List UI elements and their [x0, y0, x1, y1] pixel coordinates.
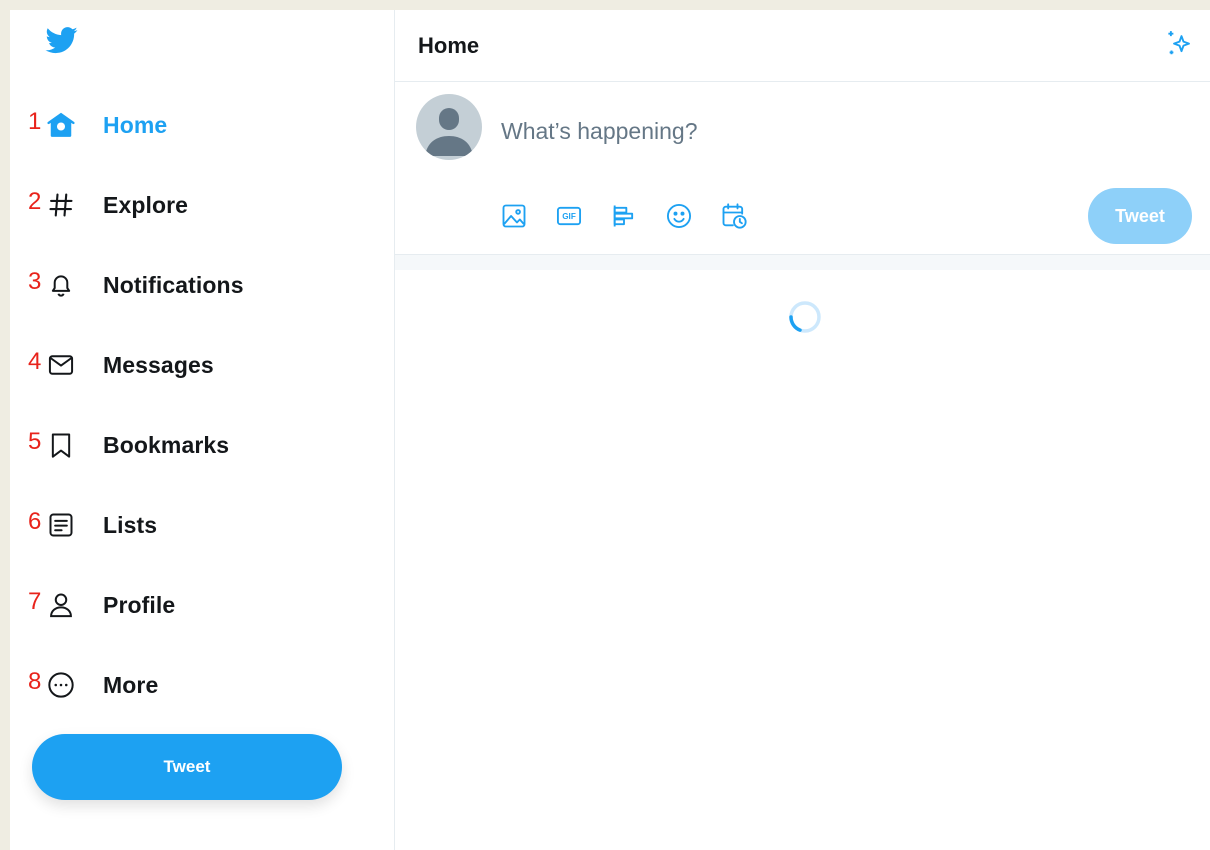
annotation-number: 5	[28, 428, 42, 455]
sidebar-item-profile[interactable]: 7 Profile	[28, 580, 175, 630]
loading-spinner-icon	[789, 301, 821, 333]
sidebar-item-label: Lists	[103, 511, 158, 538]
more-circle-icon	[46, 670, 76, 700]
annotation-number: 1	[28, 108, 42, 135]
home-icon	[46, 110, 76, 140]
image-icon[interactable]	[500, 202, 528, 230]
schedule-icon[interactable]	[720, 202, 748, 230]
sidebar-tweet-button[interactable]: Tweet	[32, 734, 342, 800]
sidebar-item-bookmarks[interactable]: 5 Bookmarks	[28, 420, 229, 470]
sparkle-icon[interactable]	[1164, 28, 1194, 58]
bell-icon	[46, 270, 76, 300]
gif-icon[interactable]: GIF	[555, 202, 583, 230]
emoji-icon[interactable]	[665, 202, 693, 230]
poll-icon[interactable]	[610, 202, 638, 230]
avatar[interactable]	[416, 94, 482, 160]
page-title: Home	[418, 33, 480, 58]
sidebar-item-label: Profile	[103, 591, 176, 618]
composer-divider	[395, 254, 1210, 270]
annotation-number: 6	[28, 508, 42, 535]
hashtag-icon	[46, 190, 76, 220]
annotation-number: 2	[28, 188, 42, 215]
envelope-icon	[46, 350, 76, 380]
svg-text:GIF: GIF	[562, 212, 576, 221]
sidebar-item-label: Notifications	[103, 271, 244, 298]
compose-tweet-button[interactable]: Tweet	[1088, 188, 1192, 244]
annotation-number: 3	[28, 268, 42, 295]
sidebar-item-messages[interactable]: 4 Messages	[28, 340, 214, 390]
tweet-composer: GIF Tweet	[395, 82, 1210, 254]
sidebar-item-label: Messages	[103, 351, 214, 378]
twitter-bird-icon[interactable]	[42, 24, 82, 56]
sidebar-item-home[interactable]: 1 Home	[28, 100, 167, 150]
main-timeline: Home GIF	[395, 10, 1210, 850]
sidebar-item-lists[interactable]: 6 Lists	[28, 500, 157, 550]
sidebar-item-label: More	[103, 671, 159, 698]
sidebar-item-label: Home	[103, 111, 168, 138]
sidebar-item-more[interactable]: 8 More	[28, 660, 158, 710]
sidebar-item-notifications[interactable]: 3 Notifications	[28, 260, 244, 310]
annotation-number: 8	[28, 668, 42, 695]
sidebar-item-explore[interactable]: 2 Explore	[28, 180, 188, 230]
person-icon	[46, 590, 76, 620]
sidebar-item-label: Explore	[103, 191, 189, 218]
compose-input[interactable]	[501, 118, 1061, 145]
sidebar-item-label: Bookmarks	[103, 431, 230, 458]
app-window: 1 Home 2 Explore 3 Notifications 4 Messa…	[10, 10, 1210, 850]
bookmark-icon	[46, 430, 76, 460]
timeline-header: Home	[395, 10, 1210, 82]
annotation-number: 7	[28, 588, 42, 615]
annotation-number: 4	[28, 348, 42, 375]
sidebar: 1 Home 2 Explore 3 Notifications 4 Messa…	[10, 10, 395, 850]
list-icon	[46, 510, 76, 540]
